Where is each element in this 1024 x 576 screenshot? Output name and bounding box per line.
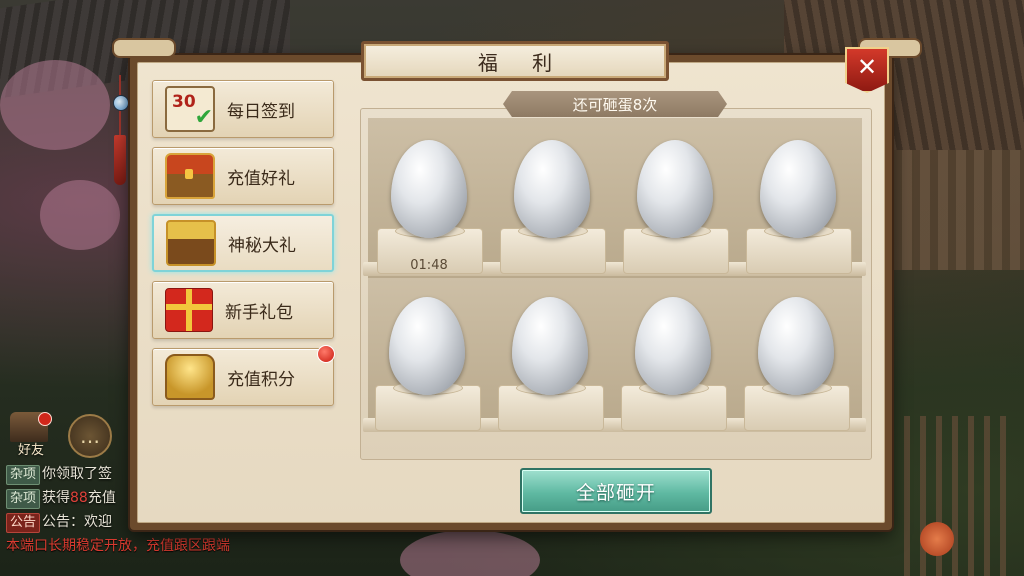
- silver-egg-icon: [635, 297, 711, 395]
- gold-pile-icon: [165, 354, 215, 400]
- tab-newbie-pack[interactable]: 新手礼包: [152, 281, 334, 339]
- remaining-smashes-text: 还可砸蛋8次: [572, 95, 658, 114]
- chat-tag: 公告: [6, 513, 41, 533]
- egg-slot[interactable]: [500, 140, 606, 290]
- egg-slot[interactable]: [744, 297, 850, 447]
- egg-slot[interactable]: [498, 297, 604, 447]
- notification-dot: [38, 412, 52, 426]
- silver-egg-icon: [760, 140, 836, 238]
- egg-slot[interactable]: 01:48: [377, 140, 483, 290]
- blossom-tree: [40, 180, 120, 250]
- egg-slot[interactable]: [623, 140, 729, 290]
- chat-text: 你领取了签: [42, 466, 113, 482]
- smash-all-button[interactable]: 全部砸开: [520, 468, 712, 514]
- tab-mystery-gift[interactable]: 神秘大礼: [152, 214, 334, 272]
- close-icon: ✕: [856, 53, 878, 81]
- blossom-tree: [0, 60, 110, 150]
- silver-egg-icon: [514, 140, 590, 238]
- chat-text: 获得: [42, 490, 71, 506]
- chat-bubble-icon: …: [80, 424, 100, 448]
- silver-egg-icon: [389, 297, 465, 395]
- panel-title-plate: 福 利: [361, 41, 669, 81]
- panel-ornament: [112, 38, 176, 58]
- tab-recharge-points[interactable]: 充值积分: [152, 345, 335, 406]
- gift-box-icon: [165, 288, 213, 332]
- welfare-sidebar: 30 ✔ 每日签到 充值好礼 神秘大礼 新手礼包 充值积分: [152, 80, 336, 415]
- egg-slot[interactable]: [621, 297, 727, 447]
- blossom-tree: [400, 530, 540, 576]
- friends-label: 好友: [17, 443, 44, 458]
- tab-label: 每日签到: [227, 101, 295, 122]
- tab-daily-signin[interactable]: 30 ✔ 每日签到: [152, 80, 334, 138]
- silver-egg-icon: [758, 297, 834, 395]
- tab-label: 神秘大礼: [228, 235, 296, 256]
- chat-warning: 本端口长期稳定开放，充值跟区跟端: [6, 538, 230, 554]
- house-wall: [884, 150, 1024, 270]
- panel-title: 福 利: [477, 50, 567, 75]
- chat-button[interactable]: …: [68, 414, 112, 458]
- tab-recharge-gift[interactable]: 充值好礼: [152, 147, 334, 205]
- tassel-ornament: [110, 75, 130, 185]
- tab-label: 新手礼包: [225, 302, 293, 323]
- tab-label: 充值积分: [227, 369, 295, 390]
- silver-egg-icon: [637, 140, 713, 238]
- friends-button[interactable]: 好友: [6, 412, 56, 458]
- silver-egg-icon: [391, 140, 467, 238]
- silver-egg-icon: [512, 297, 588, 395]
- chat-tag: 杂项: [6, 489, 41, 509]
- notification-dot: [317, 345, 335, 363]
- golden-chest-icon: [166, 220, 216, 266]
- egg-slot[interactable]: [375, 297, 481, 447]
- lantern-icon: [920, 522, 954, 556]
- wooden-fence: [904, 416, 1014, 576]
- egg-slot[interactable]: [746, 140, 852, 290]
- treasure-chest-icon: [165, 153, 215, 199]
- remaining-smashes-banner: 还可砸蛋8次: [503, 91, 727, 117]
- chat-amount: 88: [70, 490, 88, 506]
- chat-text: 公告：欢迎: [42, 514, 113, 530]
- chat-text: 充值: [87, 490, 116, 506]
- calendar-icon: 30 ✔: [165, 86, 215, 132]
- chat-tag: 杂项: [6, 465, 41, 485]
- egg-timer: 01:48: [410, 258, 448, 273]
- smash-all-label: 全部砸开: [575, 481, 656, 504]
- tab-label: 充值好礼: [227, 168, 295, 189]
